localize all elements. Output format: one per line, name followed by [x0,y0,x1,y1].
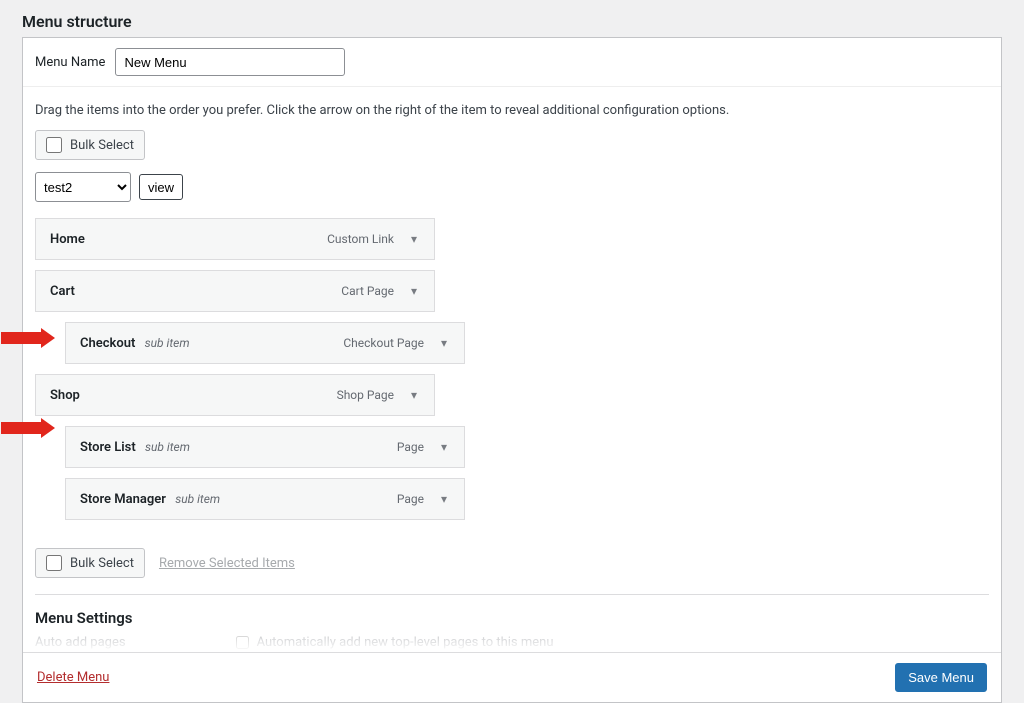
menu-item-type: Page [397,440,424,454]
menu-item-type: Cart Page [341,284,394,298]
menu-item-type: Page [397,492,424,506]
menu-item-home[interactable]: Home Custom Link ▾ [35,218,435,260]
menu-item-subtext: sub item [145,336,190,350]
auto-add-pages-label: Auto add pages [35,635,126,650]
menu-item-type: Checkout Page [343,336,424,350]
menu-items-list: Home Custom Link ▾ Cart Cart Page ▾ Chec… [23,210,1001,542]
menu-structure-panel: Menu Name Drag the items into the order … [22,37,1002,703]
caret-down-icon[interactable]: ▾ [432,331,456,355]
menu-item-title: Home [50,232,85,247]
caret-down-icon[interactable]: ▾ [402,279,426,303]
bulk-select-label: Bulk Select [70,138,134,153]
caret-down-icon[interactable]: ▾ [402,227,426,251]
menu-item-title: Store Manager [80,492,166,507]
view-button[interactable]: view [139,174,183,200]
remove-selected-link[interactable]: Remove Selected Items [159,556,295,571]
auto-add-pages-checkbox[interactable] [236,636,249,649]
caret-down-icon[interactable]: ▾ [432,435,456,459]
save-menu-button[interactable]: Save Menu [895,663,987,692]
menu-item-store-manager[interactable]: Store Manager sub item Page ▾ [65,478,465,520]
instructions-text: Drag the items into the order you prefer… [23,87,1001,130]
bulk-select-checkbox-top[interactable] [46,137,62,153]
caret-down-icon[interactable]: ▾ [402,383,426,407]
auto-add-pages-row: Auto add pages Automatically add new top… [23,635,1001,652]
menu-name-label: Menu Name [35,55,105,70]
menu-item-cart[interactable]: Cart Cart Page ▾ [35,270,435,312]
bulk-select-top[interactable]: Bulk Select [35,130,145,160]
menu-item-title: Store List [80,440,136,455]
footer-bar: Delete Menu Save Menu [23,652,1001,702]
page-title: Menu structure [0,0,1024,37]
caret-down-icon[interactable]: ▾ [432,487,456,511]
menu-name-input[interactable] [115,48,345,76]
menu-item-title: Checkout [80,336,135,351]
menu-item-title: Cart [50,284,75,299]
menu-item-title: Shop [50,388,80,403]
menu-item-type: Shop Page [337,388,394,402]
menu-item-store-list[interactable]: Store List sub item Page ▾ [65,426,465,468]
menu-settings-title: Menu Settings [23,595,1001,635]
arrow-annotation-icon [1,328,55,348]
menu-view-select[interactable]: test2 [35,172,131,202]
auto-add-pages-desc: Automatically add new top-level pages to… [257,635,554,650]
menu-item-shop[interactable]: Shop Shop Page ▾ [35,374,435,416]
menu-item-type: Custom Link [327,232,394,246]
menu-item-subtext: sub item [175,492,220,506]
bulk-select-bottom-row: Bulk Select Remove Selected Items [23,542,1001,594]
bulk-select-label: Bulk Select [70,556,134,571]
menu-name-row: Menu Name [23,38,1001,87]
bulk-select-bottom[interactable]: Bulk Select [35,548,145,578]
menu-item-checkout[interactable]: Checkout sub item Checkout Page ▾ [65,322,465,364]
delete-menu-link[interactable]: Delete Menu [37,670,109,685]
bulk-select-checkbox-bottom[interactable] [46,555,62,571]
menu-item-subtext: sub item [145,440,190,454]
arrow-annotation-icon [1,418,55,438]
view-select-row: test2 view [23,160,1001,210]
